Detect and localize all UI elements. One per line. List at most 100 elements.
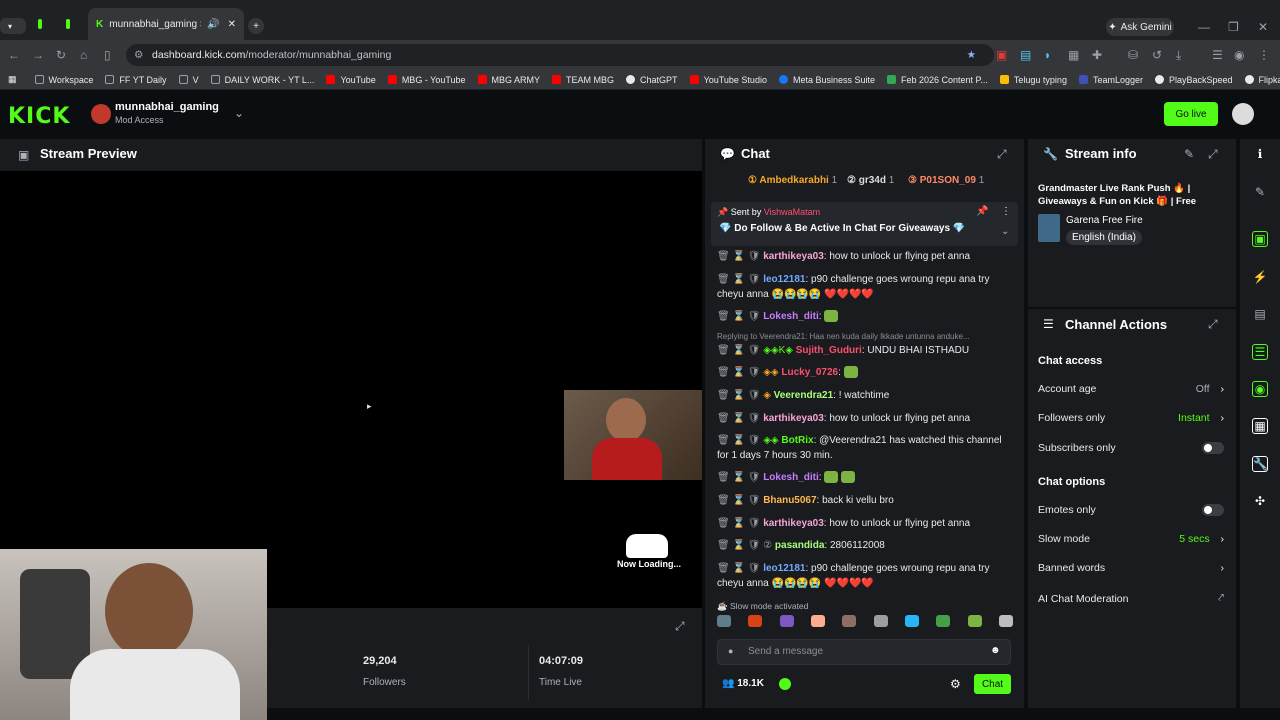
- bookmark-item[interactable]: ChatGPT: [626, 75, 678, 85]
- tab-list-button[interactable]: ▾: [0, 18, 26, 34]
- mod-actions-icon[interactable]: 🗑 ⌛ 🛡: [717, 251, 763, 262]
- chat-message[interactable]: 🗑 ⌛ 🛡 ◈ Veerendra21: ! watchtime: [717, 388, 1013, 403]
- top-gifter[interactable]: ③ P01SON_09 1: [908, 175, 984, 186]
- menu-icon[interactable]: ⋮: [1258, 48, 1270, 62]
- edit-pencil-icon[interactable]: ✎: [1252, 185, 1268, 201]
- emote-button[interactable]: [936, 615, 951, 627]
- chat-icon[interactable]: ☰: [1252, 344, 1268, 360]
- preview-icon[interactable]: ▣: [1252, 231, 1268, 247]
- apps-grid-icon[interactable]: ▦: [8, 74, 17, 85]
- ask-gemini-button[interactable]: ✦ Ask Gemini: [1106, 18, 1174, 36]
- maximize-icon[interactable]: ❐: [1228, 20, 1239, 34]
- chat-message[interactable]: 🗑 ⌛ 🛡 ◈◈ Lucky_0726:: [717, 365, 1013, 380]
- emotes-only-toggle[interactable]: [1202, 504, 1224, 516]
- tab-active[interactable]: K munnabhai_gaming Stream 🔊 ✕: [88, 8, 244, 40]
- pinned-tab-2[interactable]: [58, 8, 84, 40]
- chat-message[interactable]: 🗑 ⌛ 🛡 karthikeya03: how to unlock ur fly…: [717, 516, 1013, 531]
- chat-input[interactable]: ● Send a message ☻: [717, 639, 1011, 665]
- bookmark-item[interactable]: Meta Business Suite: [778, 75, 875, 85]
- banned-words-setting[interactable]: Banned words ›: [1038, 562, 1224, 574]
- sidebar-icon[interactable]: ▯: [104, 48, 111, 62]
- profile-icon[interactable]: ◉: [1234, 48, 1244, 62]
- bookmark-item[interactable]: MBG ARMY: [477, 75, 540, 85]
- emote-icon[interactable]: ●: [728, 646, 733, 656]
- pinned-message[interactable]: 📌 Sent by VishwaMatam 💎 Do Follow & Be A…: [711, 202, 1018, 246]
- mod-actions-icon[interactable]: 🗑 ⌛ 🛡: [717, 311, 763, 322]
- top-gifter[interactable]: ② gr34d 1: [847, 175, 894, 186]
- chat-message[interactable]: 🗑 ⌛ 🛡 Lokesh_diti:: [717, 309, 1013, 324]
- chat-message[interactable]: 🗑 ⌛ 🛡 karthikeya03: how to unlock ur fly…: [717, 249, 1013, 264]
- extension-icon[interactable]: ▤: [1020, 48, 1031, 62]
- reply-context[interactable]: Replying to Veerendra21: Haa nen kuda da…: [717, 329, 1013, 344]
- forward-icon[interactable]: →: [32, 48, 44, 62]
- mod-actions-icon[interactable]: 🗑 ⌛ 🛡: [717, 390, 763, 401]
- mod-actions-icon[interactable]: 🗑 ⌛ 🛡: [717, 495, 763, 506]
- address-bar[interactable]: ⚙ dashboard.kick.com/moderator/munnabhai…: [126, 44, 994, 66]
- chat-username[interactable]: Lokesh_diti: [763, 311, 819, 322]
- chat-username[interactable]: Lucky_0726: [781, 367, 838, 378]
- bookmark-item[interactable]: YouTube Studio: [689, 75, 767, 85]
- chat-message[interactable]: 🗑 ⌛ 🛡 ② pasandida: 2806112008: [717, 538, 1013, 553]
- chevron-down-icon[interactable]: ⌄: [234, 106, 244, 120]
- performance-icon[interactable]: ⛁: [1128, 48, 1138, 62]
- reading-list-icon[interactable]: ☰: [1212, 48, 1223, 62]
- chat-username[interactable]: Lokesh_diti: [763, 472, 819, 483]
- home-icon[interactable]: ⌂: [80, 48, 87, 62]
- chat-username[interactable]: pasandida: [775, 540, 824, 551]
- mod-actions-icon[interactable]: 🗑 ⌛ 🛡: [717, 435, 763, 446]
- minimize-icon[interactable]: —: [1198, 20, 1210, 34]
- mod-actions-icon[interactable]: 🗑 ⌛ 🛡: [717, 563, 763, 574]
- close-window-icon[interactable]: ✕: [1258, 20, 1268, 34]
- wrench-icon[interactable]: 🔧: [1252, 456, 1268, 472]
- more-icon[interactable]: ⋮: [1001, 206, 1011, 217]
- mod-actions-icon[interactable]: 🗑 ⌛ 🛡: [717, 274, 763, 285]
- chat-message[interactable]: 🗑 ⌛ 🛡 ◈◈K◈ Sujith_Guduri: UNDU BHAI ISTH…: [717, 343, 1013, 358]
- mod-actions-icon[interactable]: 🗑 ⌛ 🛡: [717, 518, 763, 529]
- chevron-down-icon[interactable]: ⌄: [1001, 226, 1009, 237]
- send-chat-button[interactable]: Chat: [974, 674, 1011, 694]
- popout-icon[interactable]: ⤢: [1208, 147, 1218, 162]
- emoji-picker-icon[interactable]: ☻: [990, 645, 1001, 656]
- close-tab-icon[interactable]: ✕: [228, 19, 236, 30]
- emote-button[interactable]: [904, 615, 919, 627]
- bookmark-item[interactable]: Telugu typing: [999, 75, 1067, 85]
- status-icon[interactable]: [779, 678, 791, 690]
- emote-button[interactable]: [967, 615, 982, 627]
- game-thumbnail[interactable]: [1038, 214, 1060, 242]
- game-name[interactable]: Garena Free Fire: [1066, 215, 1143, 226]
- emote-button[interactable]: [748, 615, 763, 627]
- star-icon[interactable]: ★: [967, 49, 976, 61]
- kick-logo[interactable]: KICK: [8, 104, 70, 129]
- back-icon[interactable]: ←: [8, 48, 20, 62]
- mod-actions-icon[interactable]: 🗑 ⌛ 🛡: [717, 345, 763, 356]
- bookmark-item[interactable]: Feb 2026 Content P...: [887, 75, 988, 85]
- chat-message[interactable]: 🗑 ⌛ 🛡 leo12181: p90 challenge goes wroun…: [717, 561, 1013, 591]
- bookmark-item[interactable]: Flipkart paylater: [1244, 75, 1280, 85]
- chat-username[interactable]: Veerendra21: [774, 390, 834, 401]
- chat-message[interactable]: 🗑 ⌛ 🛡 karthikeya03: how to unlock ur fly…: [717, 411, 1013, 426]
- chat-message[interactable]: 🗑 ⌛ 🛡 Bhanu5067: back ki vellu bro: [717, 493, 1013, 508]
- bookmark-item[interactable]: TEAM MBG: [552, 75, 614, 85]
- extension-icon[interactable]: ◗: [1044, 48, 1051, 62]
- mod-actions-icon[interactable]: 🗑 ⌛ 🛡: [717, 472, 763, 483]
- reload-icon[interactable]: ↻: [56, 48, 66, 62]
- mod-actions-icon[interactable]: 🗑 ⌛ 🛡: [717, 413, 763, 424]
- emote-button[interactable]: [810, 615, 825, 627]
- popout-icon[interactable]: ⤢: [1208, 317, 1218, 332]
- bookmark-item[interactable]: DAILY WORK - YT L...: [210, 75, 314, 85]
- notes-icon[interactable]: ▤: [1252, 307, 1268, 323]
- emote-button[interactable]: [842, 615, 857, 627]
- go-live-button[interactable]: Go live: [1164, 102, 1218, 126]
- chat-message[interactable]: 🗑 ⌛ 🛡 Lokesh_diti:: [717, 470, 1013, 485]
- ai-moderation-setting[interactable]: AI Chat Moderation ⤤: [1038, 592, 1224, 605]
- speaker-icon[interactable]: 🔊: [207, 19, 219, 30]
- chat-message[interactable]: 🗑 ⌛ 🛡 leo12181: p90 challenge goes wroun…: [717, 272, 1013, 302]
- chat-username[interactable]: Sujith_Guduri: [796, 345, 862, 356]
- popout-icon[interactable]: ⤢: [997, 147, 1007, 162]
- broadcast-icon[interactable]: ◉: [1252, 381, 1268, 397]
- emote-button[interactable]: [779, 615, 794, 627]
- chat-username[interactable]: leo12181: [763, 274, 805, 285]
- bookmark-item[interactable]: MBG - YouTube: [387, 75, 466, 85]
- chat-username[interactable]: karthikeya03: [763, 251, 824, 262]
- bookmark-item[interactable]: YouTube: [326, 75, 376, 85]
